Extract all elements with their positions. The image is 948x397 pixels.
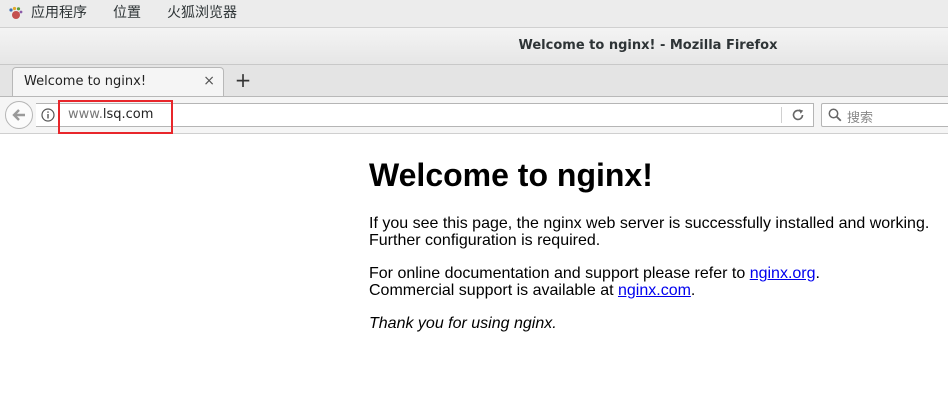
commercial-text: Commercial support is available at — [369, 282, 618, 299]
tab-title: Welcome to nginx! — [24, 74, 147, 89]
reload-icon[interactable] — [791, 108, 805, 122]
intro-line-2: Further configuration is required. — [369, 232, 601, 249]
places-menu[interactable]: 位置 — [113, 4, 141, 22]
gnome-foot-icon[interactable] — [8, 6, 23, 21]
back-button[interactable] — [5, 101, 33, 129]
url-bar[interactable]: www.lsq.com — [36, 103, 814, 127]
commercial-suffix: . — [690, 282, 696, 299]
window-title: Welcome to nginx! - Mozilla Firefox — [518, 38, 778, 53]
new-tab-button[interactable]: + — [233, 68, 253, 92]
docs-suffix: . — [815, 265, 820, 282]
intro-paragraph: If you see this page, the nginx web serv… — [369, 215, 939, 249]
back-arrow-icon — [12, 109, 25, 121]
tab-welcome-to-nginx[interactable]: Welcome to nginx! × — [12, 67, 224, 96]
firefox-app-menu[interactable]: 火狐浏览器 — [167, 4, 237, 22]
support-paragraph: For online documentation and support ple… — [369, 265, 820, 299]
screen: 应用程序 位置 火狐浏览器 Welcome to nginx! - Mozill… — [0, 0, 948, 397]
close-icon[interactable]: × — [203, 73, 215, 89]
info-icon[interactable] — [41, 108, 55, 122]
docs-text: For online documentation and support ple… — [369, 265, 750, 282]
search-placeholder: 搜索 — [847, 111, 874, 126]
url-prefix: www. — [68, 107, 103, 122]
page-content: Welcome to nginx! If you see this page, … — [0, 134, 948, 397]
intro-line-1: If you see this page, the nginx web serv… — [369, 215, 930, 232]
url-text[interactable]: www.lsq.com — [68, 107, 153, 122]
window-title-bar[interactable]: Welcome to nginx! - Mozilla Firefox — [0, 28, 948, 65]
search-icon — [828, 108, 842, 122]
page-heading: Welcome to nginx! — [369, 157, 653, 193]
tab-strip: Welcome to nginx! × + — [0, 65, 948, 97]
thank-you-text: Thank you for using nginx. — [369, 315, 557, 332]
nginx-com-link[interactable]: nginx.com — [618, 282, 691, 299]
navigation-toolbar: www.lsq.com 搜索 — [0, 97, 948, 134]
applications-menu[interactable]: 应用程序 — [31, 4, 87, 22]
search-input[interactable]: 搜索 — [821, 103, 948, 127]
url-bar-separator — [781, 107, 782, 123]
url-host: lsq.com — [102, 107, 154, 122]
gnome-top-bar: 应用程序 位置 火狐浏览器 — [0, 0, 948, 28]
nginx-org-link[interactable]: nginx.org — [750, 265, 816, 282]
